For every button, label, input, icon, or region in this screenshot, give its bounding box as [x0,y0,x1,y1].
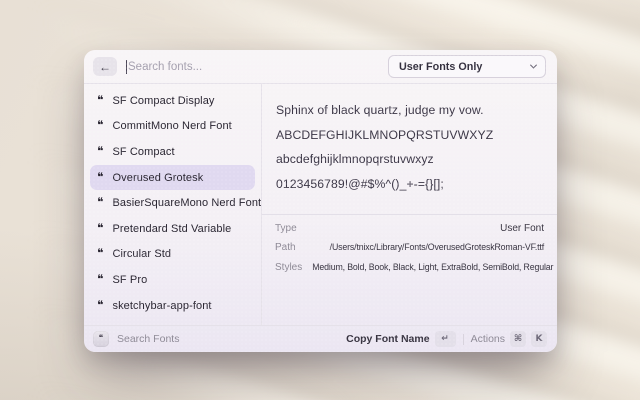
actions-button[interactable]: Actions ⌘ K [471,331,547,347]
app-name: Search Fonts [117,333,179,345]
app-icon: ❝ [93,331,109,347]
quote-icon: ❝ [97,145,103,157]
font-detail-panel: Sphinx of black quartz, judge my vow. AB… [262,84,557,325]
chevron-down-icon [530,62,537,69]
metadata-label: Type [275,220,297,238]
font-metadata: Type User Font Path /Users/tnixc/Library… [262,215,557,282]
font-preview: Sphinx of black quartz, judge my vow. AB… [262,84,557,202]
quote-icon: ❝ [99,334,104,343]
preview-pangram: Sphinx of black quartz, judge my vow. [276,104,543,117]
enter-key-badge: ↵ [435,331,456,347]
copy-font-name-label: Copy Font Name [346,333,429,345]
metadata-label: Path [275,239,296,257]
metadata-row-type: Type User Font [275,220,544,238]
quote-icon: ❝ [97,171,103,183]
font-name-label: Pretendard Std Variable [112,223,231,235]
window-body: ❝ SF Compact Display ❝ CommitMono Nerd F… [84,84,557,325]
font-name-label: SF Compact Display [112,95,214,107]
font-search-window: ← User Fonts Only ❝ SF Compact Display ❝… [84,50,557,352]
quote-icon: ❝ [97,196,103,208]
search-field-wrap [126,60,388,74]
font-name-label: CommitMono Nerd Font [112,120,231,132]
command-key-badge: ⌘ [510,331,526,347]
font-list-item[interactable]: ❝ CommitMono Nerd Font [90,114,255,140]
preview-lowercase: abcdefghijklmnopqrstuvwxyz [276,153,543,166]
quote-icon: ❝ [97,299,103,311]
font-list-item[interactable]: ❝ BasierSquareMono Nerd Font [90,190,255,216]
back-button[interactable]: ← [93,57,117,76]
back-arrow-icon: ← [99,61,111,73]
font-name-label: Circular Std [112,248,171,260]
font-filter-value: User Fonts Only [399,61,482,73]
metadata-row-styles: Styles Medium, Bold, Book, Black, Light,… [275,258,544,277]
quote-icon: ❝ [97,222,103,234]
action-bar-right: Copy Font Name ↵ Actions ⌘ K [346,331,547,347]
font-list-item[interactable]: ❝ Circular Std [90,242,255,268]
font-name-label: sketchybar-app-font [112,300,211,312]
action-bar: ❝ Search Fonts Copy Font Name ↵ Actions … [84,325,557,352]
quote-icon: ❝ [97,94,103,106]
font-list: ❝ SF Compact Display ❝ CommitMono Nerd F… [84,84,262,325]
text-cursor [126,60,127,74]
metadata-value: User Font [500,220,544,238]
actions-label: Actions [471,333,505,345]
font-list-item-selected[interactable]: ❝ Overused Grotesk [90,165,255,191]
font-filter-dropdown[interactable]: User Fonts Only [388,55,546,78]
font-list-item[interactable]: ❝ sketchybar-app-font [90,293,255,319]
action-divider [463,334,464,345]
copy-font-name-button[interactable]: Copy Font Name ↵ [346,331,455,347]
font-name-label: BasierSquareMono Nerd Font [112,197,261,209]
font-list-item[interactable]: ❝ SF Compact Display [90,88,255,114]
quote-icon: ❝ [97,273,103,285]
metadata-label: Styles [275,259,302,277]
metadata-value: /Users/tnixc/Library/Fonts/OverusedGrote… [330,238,544,256]
preview-numerals: 0123456789!@#$%^()_+-={}[]; [276,178,543,191]
k-key-badge: K [531,331,547,347]
search-input[interactable] [128,61,388,73]
metadata-row-path: Path /Users/tnixc/Library/Fonts/Overused… [275,238,544,257]
app-identity: ❝ Search Fonts [93,331,179,347]
quote-icon: ❝ [97,119,103,131]
metadata-value: Medium, Bold, Book, Black, Light, ExtraB… [312,258,553,276]
font-name-label: SF Compact [112,146,174,158]
font-list-item[interactable]: ❝ SF Pro [90,267,255,293]
desktop-background: ← User Fonts Only ❝ SF Compact Display ❝… [0,0,640,400]
font-list-item[interactable]: ❝ SF Compact [90,139,255,165]
search-bar: ← User Fonts Only [84,50,557,84]
font-name-label: Overused Grotesk [112,172,203,184]
quote-icon: ❝ [97,247,103,259]
font-list-item[interactable]: ❝ Pretendard Std Variable [90,216,255,242]
font-name-label: SF Pro [112,274,147,286]
preview-uppercase: ABCDEFGHIJKLMNOPQRSTUVWXYZ [276,129,543,142]
